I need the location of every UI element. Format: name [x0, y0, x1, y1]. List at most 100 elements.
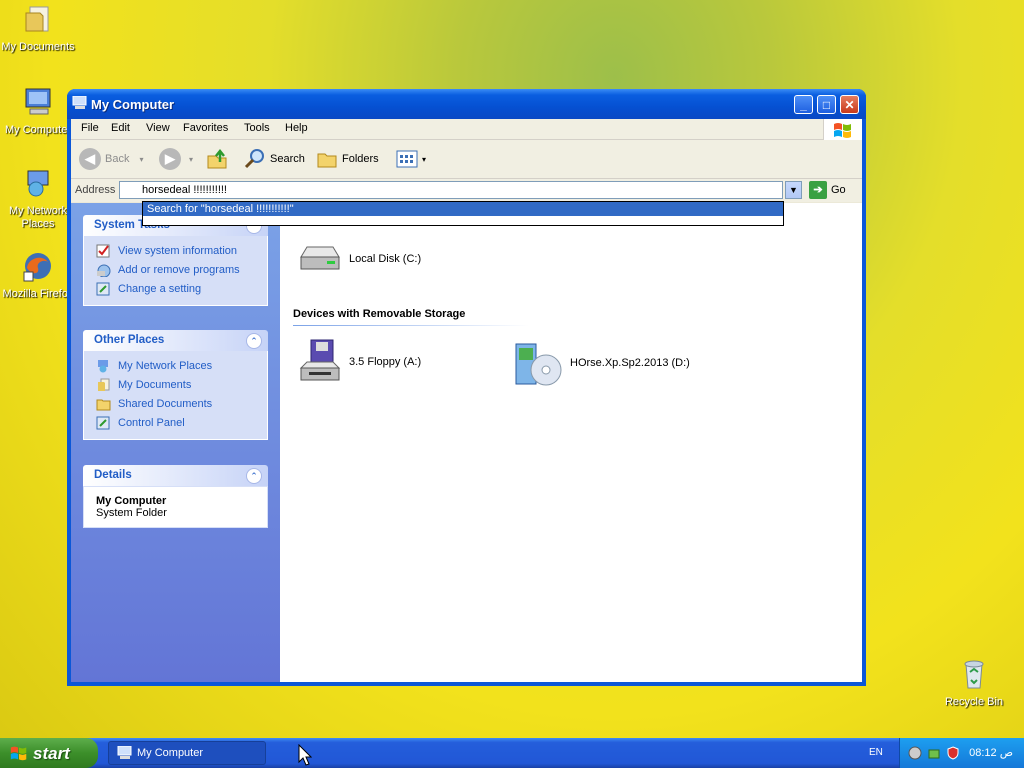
desktop-icon-my-computer[interactable]: My Computer [0, 86, 76, 137]
back-label: Back [105, 153, 130, 165]
up-folder-icon [207, 148, 227, 169]
control-panel-link[interactable]: Control Panel [84, 414, 267, 433]
windows-flag-icon [10, 746, 27, 761]
mouse-cursor-icon [298, 744, 312, 766]
security-shield-icon[interactable] [946, 746, 960, 760]
window-body: File Edit View Favorites Tools Help ◀ Ba… [71, 119, 862, 682]
menu-file[interactable]: File [81, 122, 99, 134]
control-panel-icon [96, 416, 110, 430]
windows-flag-icon [834, 123, 851, 138]
standard-toolbar: ◀ Back ▾ ▶ ▾ Search Folders ▾ [71, 140, 862, 179]
removable-storage-header: Devices with Removable Storage [293, 308, 466, 320]
forward-button[interactable]: ▶ ▾ [159, 148, 193, 170]
my-computer-window: My Computer _ □ ✕ File Edit View Favorit… [67, 89, 866, 686]
menu-bar: File Edit View Favorites Tools Help [71, 119, 862, 140]
my-documents-icon [98, 378, 110, 391]
my-computer-icon [72, 96, 87, 109]
desktop-icon-my-documents[interactable]: My Documents [0, 3, 76, 54]
minimize-button[interactable]: _ [794, 95, 813, 114]
desktop-icon-recycle-bin[interactable]: Recycle Bin [936, 658, 1012, 709]
recycle-bin-icon [964, 660, 984, 689]
shared-documents-link[interactable]: Shared Documents [84, 395, 267, 414]
menu-favorites[interactable]: Favorites [183, 122, 228, 134]
system-tasks-panel: System Tasks ⌃ View system information A… [83, 215, 268, 306]
address-bar: Address horsedeal !!!!!!!!!!! ▼ ➔ Go [71, 179, 862, 202]
other-places-title: Other Places [94, 334, 165, 346]
address-autocomplete-dropdown: Search for "horsedeal !!!!!!!!!!!" [142, 201, 784, 226]
language-indicator[interactable]: EN [869, 747, 883, 758]
window-content: System Tasks ⌃ View system information A… [71, 203, 862, 682]
details-header[interactable]: Details ⌃ [83, 465, 268, 486]
desktop-icon-label: My Documents [1, 41, 75, 53]
windows-logo [823, 119, 862, 140]
drive-label: 3.5 Floppy (A:) [349, 356, 422, 368]
link-label: Change a setting [118, 283, 202, 295]
drive-cd-d[interactable]: HOrse.Xp.Sp2.2013 (D:) [514, 338, 690, 388]
address-input[interactable]: horsedeal !!!!!!!!!!! [119, 181, 783, 199]
firefox-icon [23, 253, 51, 282]
up-folder-button[interactable] [206, 148, 228, 170]
other-places-body: My Network Places My Documents Shared Do… [83, 351, 268, 440]
desktop-icon-label-line1: My Network [8, 205, 68, 217]
folder-icon [96, 399, 111, 411]
my-network-places-link[interactable]: My Network Places [84, 357, 267, 376]
network-status-icon[interactable] [908, 746, 922, 760]
clock[interactable]: 08:12 ص [969, 746, 1013, 759]
link-label: Add or remove programs [118, 264, 240, 276]
menu-edit[interactable]: Edit [111, 122, 130, 134]
task-label: My Computer [137, 747, 204, 759]
change-setting-link[interactable]: Change a setting [84, 280, 267, 299]
details-panel: Details ⌃ My Computer System Folder [83, 465, 268, 528]
other-places-header[interactable]: Other Places ⌃ [83, 330, 268, 351]
search-icon [244, 149, 264, 169]
search-button[interactable]: Search [244, 148, 305, 170]
window-titlebar[interactable]: My Computer _ □ ✕ [67, 89, 866, 119]
system-info-icon [96, 244, 110, 258]
forward-arrow-icon: ▶ [159, 148, 181, 170]
desktop-icon-firefox[interactable]: Mozilla Firefox [0, 250, 76, 301]
menu-help[interactable]: Help [285, 122, 308, 134]
maximize-button[interactable]: □ [817, 95, 836, 114]
start-label: start [33, 744, 70, 763]
details-title: Details [94, 469, 132, 481]
drive-local-disk-c[interactable]: Local Disk (C:) [297, 243, 421, 275]
desktop-icon-label-line2: Places [21, 218, 55, 230]
collapse-chevron-icon[interactable]: ⌃ [246, 468, 262, 484]
go-button[interactable]: ➔ Go [809, 181, 846, 199]
folders-icon [317, 153, 337, 168]
folders-label: Folders [342, 153, 379, 165]
link-label: My Documents [118, 379, 192, 391]
add-remove-programs-link[interactable]: Add or remove programs [84, 261, 267, 280]
taskbar-button-my-computer[interactable]: My Computer [108, 741, 266, 765]
my-documents-icon [25, 6, 49, 32]
desktop-icon-label: Recycle Bin [944, 696, 1004, 708]
back-button[interactable]: ◀ Back ▾ [79, 148, 143, 170]
address-dropdown-button[interactable]: ▼ [785, 181, 802, 199]
desktop-icon-network-places[interactable]: My Network Places [0, 167, 76, 231]
views-button[interactable]: ▾ [396, 148, 426, 170]
system-tray: 08:12 ص [899, 738, 1024, 768]
desktop-icon-label: Mozilla Firefox [2, 288, 74, 300]
my-computer-icon [117, 746, 132, 759]
start-button[interactable]: start [0, 738, 98, 768]
link-label: My Network Places [118, 360, 213, 372]
view-system-info-link[interactable]: View system information [84, 242, 267, 261]
close-button[interactable]: ✕ [840, 95, 859, 114]
window-title: My Computer [91, 97, 175, 112]
menu-tools[interactable]: Tools [244, 122, 270, 134]
desktop-icon-label: My Computer [4, 124, 72, 136]
menu-view[interactable]: View [146, 122, 170, 134]
search-label: Search [270, 153, 305, 165]
autocomplete-suggestion[interactable]: Search for "horsedeal !!!!!!!!!!!" [143, 202, 783, 216]
link-label: View system information [118, 245, 238, 257]
address-label: Address [75, 184, 116, 196]
collapse-chevron-icon[interactable]: ⌃ [246, 333, 262, 349]
my-documents-link[interactable]: My Documents [84, 376, 267, 395]
folders-button[interactable]: Folders [316, 148, 379, 170]
safely-remove-icon[interactable] [927, 746, 941, 760]
drive-label: Local Disk (C:) [349, 253, 422, 265]
drive-floppy-a[interactable]: 3.5 Floppy (A:) [297, 338, 421, 386]
views-dropdown-icon: ▾ [422, 154, 427, 164]
cd-drive-icon [515, 343, 562, 386]
network-places-icon [98, 360, 108, 373]
